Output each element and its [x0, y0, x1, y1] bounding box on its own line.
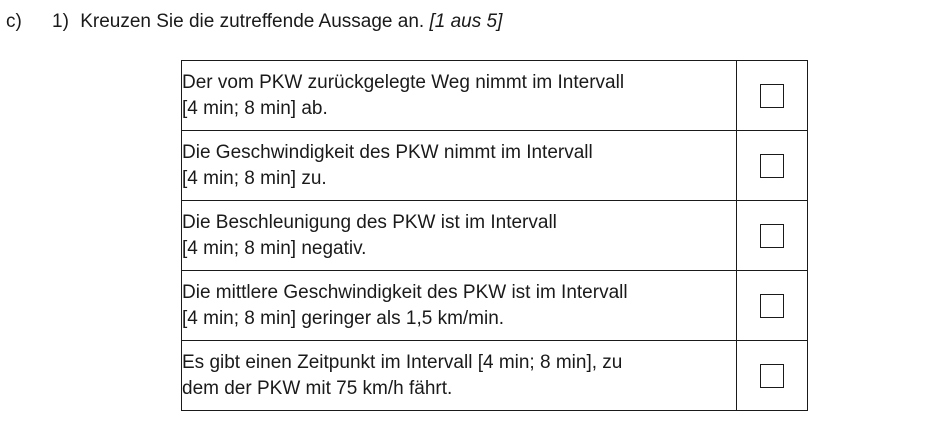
part-label: c) [6, 11, 22, 32]
task-header: c) 1) Kreuzen Sie die zutreffende Aussage… [6, 10, 502, 34]
answer-checkbox-3[interactable] [760, 223, 784, 248]
checkbox-cell [736, 60, 808, 131]
statement-cell: Es gibt einen Zeitpunkt im Intervall [4 … [181, 340, 737, 411]
table-row: Die Geschwindigkeit des PKW nimmt im Int… [181, 130, 808, 201]
table-row: Die mittlere Geschwindigkeit des PKW ist… [181, 270, 808, 341]
statement-line: dem der PKW mit 75 km/h fährt. [182, 377, 453, 399]
selection-hint: [1 aus 5] [429, 11, 503, 32]
statement-line: [4 min; 8 min] ab. [182, 97, 328, 119]
statement-line: Die Beschleunigung des PKW ist im Interv… [182, 211, 557, 233]
checkbox-cell [736, 270, 808, 341]
answer-checkbox-4[interactable] [760, 293, 784, 318]
checkbox-cell [736, 130, 808, 201]
answer-checkbox-5[interactable] [760, 363, 784, 388]
table-row: Es gibt einen Zeitpunkt im Intervall [4 … [181, 340, 808, 411]
table-row: Die Beschleunigung des PKW ist im Interv… [181, 200, 808, 271]
statement-line: Die mittlere Geschwindigkeit des PKW ist… [182, 281, 628, 303]
checkbox-cell [736, 200, 808, 271]
statement-line: Es gibt einen Zeitpunkt im Intervall [4 … [182, 351, 623, 373]
answer-checkbox-1[interactable] [760, 83, 784, 108]
statement-cell: Die Beschleunigung des PKW ist im Interv… [181, 200, 737, 271]
checkbox-cell [736, 340, 808, 411]
answer-checkbox-2[interactable] [760, 153, 784, 178]
answer-table: Der vom PKW zurückgelegte Weg nimmt im I… [181, 60, 808, 411]
table-row: Der vom PKW zurückgelegte Weg nimmt im I… [181, 60, 808, 131]
statement-line: Der vom PKW zurückgelegte Weg nimmt im I… [182, 71, 625, 93]
statement-cell: Die Geschwindigkeit des PKW nimmt im Int… [181, 130, 737, 201]
statement-line: [4 min; 8 min] geringer als 1,5 km/min. [182, 307, 505, 329]
statement-line: Die Geschwindigkeit des PKW nimmt im Int… [182, 141, 593, 163]
statement-line: [4 min; 8 min] zu. [182, 167, 327, 189]
instruction-text: Kreuzen Sie die zutreffende Aussage an. [80, 11, 425, 32]
subtask-label: 1) [52, 11, 69, 32]
statement-cell: Der vom PKW zurückgelegte Weg nimmt im I… [181, 60, 737, 131]
statement-cell: Die mittlere Geschwindigkeit des PKW ist… [181, 270, 737, 341]
statement-line: [4 min; 8 min] negativ. [182, 237, 367, 259]
